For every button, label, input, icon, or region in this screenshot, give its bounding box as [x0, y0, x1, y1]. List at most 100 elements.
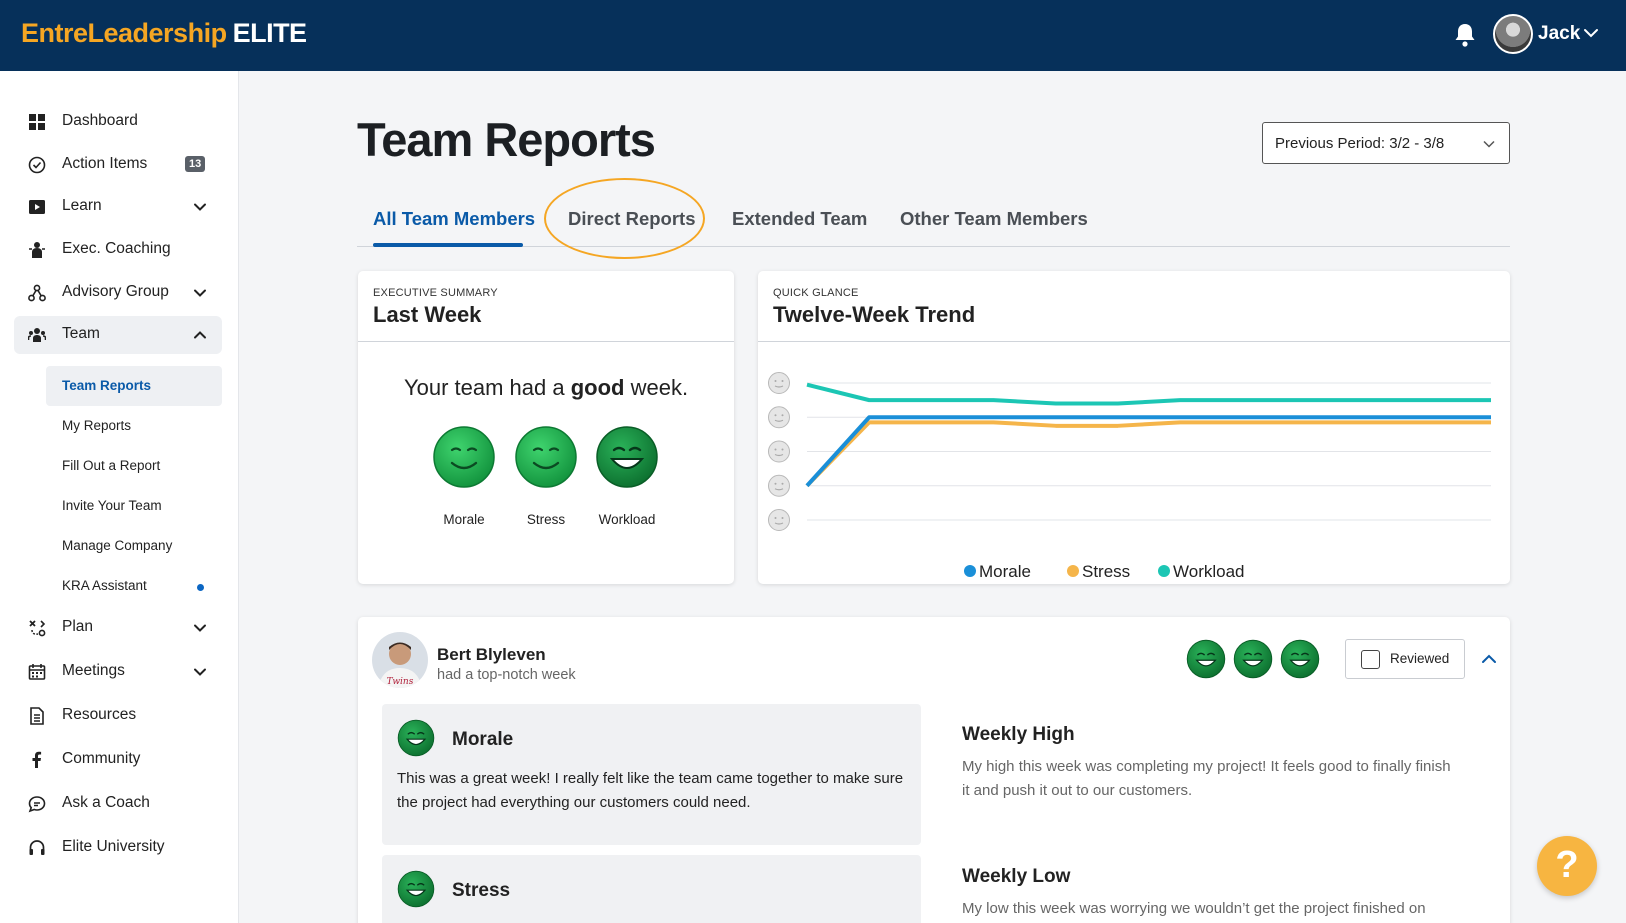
face-label: Workload — [598, 512, 656, 527]
member-name[interactable]: Bert Blyleven — [437, 645, 546, 665]
calendar-icon — [28, 664, 46, 680]
coach-icon — [29, 242, 45, 258]
sidebar-item-plan[interactable]: Plan — [14, 609, 222, 647]
team-icon — [28, 328, 46, 342]
chevron-down-icon[interactable] — [1582, 24, 1600, 42]
weekly-low-heading: Weekly Low — [962, 866, 1071, 887]
stress-face-icon — [514, 425, 578, 489]
sidebar-item-ask-a-coach[interactable]: Ask a Coach — [14, 785, 222, 823]
headset-icon — [29, 840, 45, 855]
svg-text:Twins: Twins — [387, 677, 414, 687]
sidebar-item-resources[interactable]: Resources — [14, 697, 222, 735]
chevron-down-icon[interactable] — [192, 664, 208, 680]
help-button[interactable]: ? — [1537, 836, 1597, 896]
period-select[interactable]: Previous Period: 3/2 - 3/8 — [1262, 122, 1510, 164]
sidebar-item-label: Action Items — [62, 155, 148, 172]
sidebar-item-elite-university[interactable]: Elite University — [14, 829, 222, 867]
weekly-high-text: My high this week was completing my proj… — [962, 758, 1451, 799]
stress-face-icon — [1233, 639, 1273, 679]
sidebar-subitem-fill-out-report[interactable]: Fill Out a Report — [46, 446, 222, 486]
grid-icon — [29, 114, 45, 130]
chevron-up-icon[interactable] — [1480, 650, 1498, 668]
top-bar: EntreLeadership ELITE Jack — [0, 0, 1626, 71]
summary-sentence: Your team had a good week. — [403, 375, 689, 400]
chevron-down-icon[interactable] — [192, 199, 208, 215]
legend-label: Morale — [979, 562, 1031, 581]
card-kicker: EXECUTIVE SUMMARY — [373, 287, 498, 299]
user-name[interactable]: Jack — [1538, 23, 1580, 45]
sidebar-subitem-my-reports[interactable]: My Reports — [46, 406, 222, 446]
user-avatar[interactable] — [1493, 14, 1533, 54]
sidebar-subitem-label: Fill Out a Report — [62, 458, 161, 473]
sidebar-item-label: Ask a Coach — [62, 794, 150, 811]
sidebar-item-label: Meetings — [62, 662, 125, 679]
morale-face-icon — [432, 425, 496, 489]
play-icon — [29, 200, 45, 214]
morale-face-icon — [1186, 639, 1226, 679]
bell-icon[interactable] — [1453, 22, 1477, 48]
sidebar-item-dashboard[interactable]: Dashboard — [14, 103, 222, 141]
legend-swatch — [1158, 565, 1170, 577]
sidebar-subitem-manage-company[interactable]: Manage Company — [46, 526, 222, 566]
member-avatar[interactable]: Twins — [372, 632, 428, 688]
chevron-down-icon — [1483, 140, 1495, 148]
highlight-annotation — [544, 178, 705, 259]
sidebar-subitem-label: Team Reports — [62, 378, 152, 393]
sidebar-item-label: Advisory Group — [62, 283, 169, 300]
chevron-down-icon[interactable] — [192, 285, 208, 301]
member-report-card: Twins Bert Blyleven had a top-notch week… — [358, 617, 1510, 923]
sidebar-subitem-team-reports[interactable]: Team Reports — [46, 366, 222, 406]
sidebar-item-learn[interactable]: Learn — [14, 188, 222, 226]
sidebar-item-exec-coaching[interactable]: Exec. Coaching — [14, 231, 222, 269]
sidebar-item-advisory-group[interactable]: Advisory Group — [14, 274, 222, 312]
tab-extended-team[interactable]: Extended Team — [732, 208, 867, 230]
series-line-workload — [806, 382, 1491, 406]
tab-other-team-members[interactable]: Other Team Members — [900, 208, 1088, 230]
legend-item-workload: Workload — [1158, 562, 1245, 581]
face-label: Stress — [526, 512, 566, 527]
brand-part1: EntreLeadership — [21, 18, 227, 48]
stress-face-icon — [397, 870, 435, 908]
trend-chart: Morale Stress Workload — [767, 371, 1491, 581]
sidebar-item-label: Elite University — [62, 838, 165, 855]
chevron-down-icon[interactable] — [192, 620, 208, 636]
stress-panel: Stress — [382, 855, 921, 923]
sidebar-subitem-label: Manage Company — [62, 538, 173, 553]
sidebar-item-team[interactable]: Team — [14, 316, 222, 354]
network-icon — [28, 284, 46, 302]
sidebar: Dashboard Action Items 13 Learn Exec. Co… — [0, 71, 239, 923]
brand-part2: ELITE — [232, 18, 308, 48]
brand-logo[interactable]: EntreLeadership ELITE — [21, 18, 307, 49]
sidebar-item-community[interactable]: Community — [14, 741, 222, 779]
sidebar-item-label: Dashboard — [62, 112, 138, 129]
panel-heading: Stress — [452, 880, 511, 901]
legend-swatch — [964, 565, 976, 577]
y-axis-face-icon — [767, 474, 791, 497]
executive-summary-card: EXECUTIVE SUMMARY Last Week Your team ha… — [358, 271, 734, 584]
checkbox-box[interactable] — [1361, 650, 1380, 669]
plan-icon — [29, 620, 46, 637]
period-select-value: Previous Period: 3/2 - 3/8 — [1275, 135, 1445, 152]
morale-panel: Morale This was a great week! I really f… — [382, 704, 921, 845]
y-axis-face-icon — [767, 406, 791, 429]
y-axis-face-icon — [767, 440, 791, 463]
tab-all-team-members[interactable]: All Team Members — [373, 208, 535, 230]
sidebar-subitem-invite-team[interactable]: Invite Your Team — [46, 486, 222, 526]
reviewed-checkbox[interactable]: Reviewed — [1345, 639, 1465, 679]
active-tab-indicator — [373, 243, 523, 247]
series-line-stress — [805, 420, 1491, 488]
weekly-high-heading: Weekly High — [962, 724, 1075, 745]
sidebar-item-label: Plan — [62, 618, 94, 635]
legend-item-morale: Morale — [964, 562, 1031, 581]
y-axis-face-icon — [767, 371, 791, 395]
document-icon — [30, 707, 44, 725]
legend-item-stress: Stress — [1067, 562, 1130, 581]
sidebar-subitem-kra-assistant[interactable]: KRA Assistant — [46, 566, 222, 606]
sidebar-item-action-items[interactable]: Action Items 13 — [14, 146, 222, 184]
panel-text: This was a great week! I really felt lik… — [397, 770, 904, 811]
sidebar-item-label: Exec. Coaching — [62, 240, 171, 257]
legend-label: Workload — [1173, 562, 1245, 581]
trend-card: QUICK GLANCE Twelve-Week Trend Morale Str… — [758, 271, 1510, 584]
sidebar-item-meetings[interactable]: Meetings — [14, 653, 222, 691]
chevron-up-icon[interactable] — [192, 327, 208, 343]
